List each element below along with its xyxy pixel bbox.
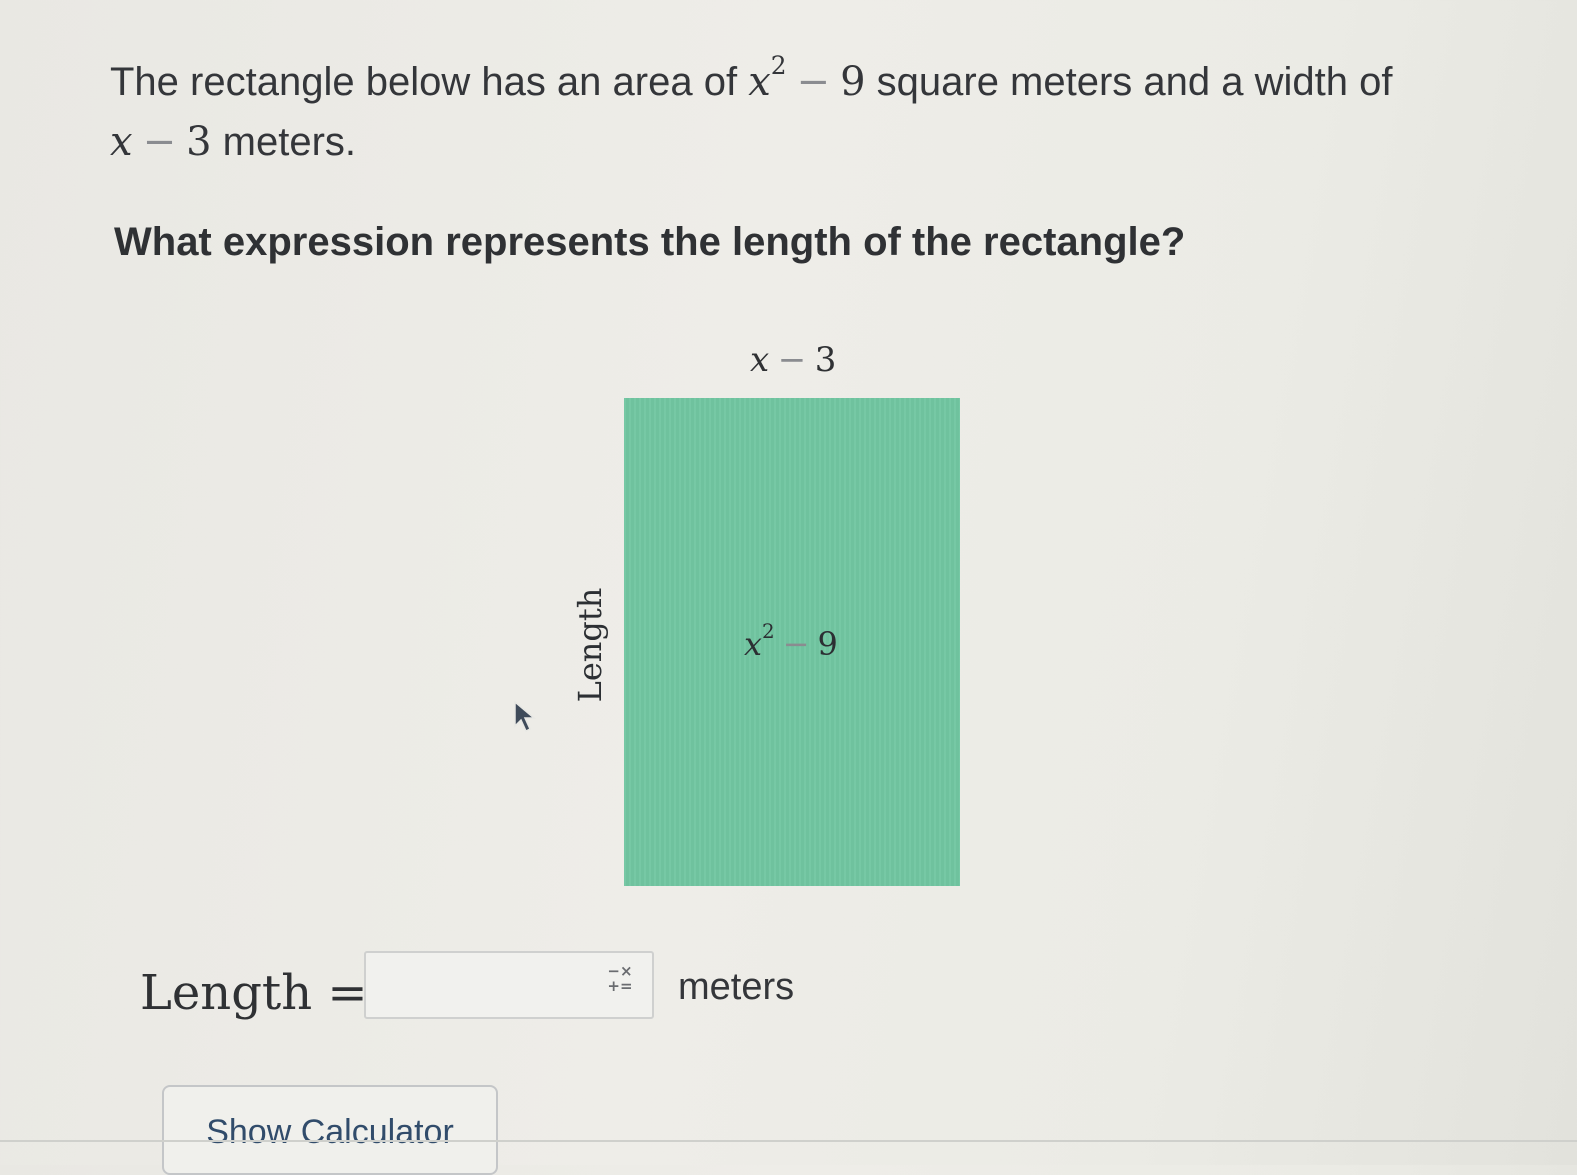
width-expression: x −3 <box>110 119 212 165</box>
diagram-area-label: x2−9 <box>744 620 838 663</box>
area-expression: x2−9 <box>748 50 866 105</box>
diagram-length-label: Length <box>571 587 609 703</box>
intro-text-3: meters. <box>222 120 357 164</box>
math-keyboard-icon[interactable]: −× += <box>604 964 636 1000</box>
intro-text-1: The rectangle below has an area of <box>110 60 738 104</box>
diagram-width-label: x −3 <box>750 340 837 380</box>
intro-text-2: square meters and a width of <box>876 60 1393 104</box>
unit-label: meters <box>678 966 795 1008</box>
divider <box>0 1140 1577 1142</box>
answer-label: Length = <box>140 965 368 1021</box>
show-calculator-button[interactable]: Show Calculator <box>162 1085 498 1175</box>
problem-statement: The rectangle below has an area of x2−9 … <box>110 52 1480 172</box>
question-text: What expression represents the length of… <box>114 220 1186 264</box>
mouse-pointer-icon <box>514 700 537 733</box>
